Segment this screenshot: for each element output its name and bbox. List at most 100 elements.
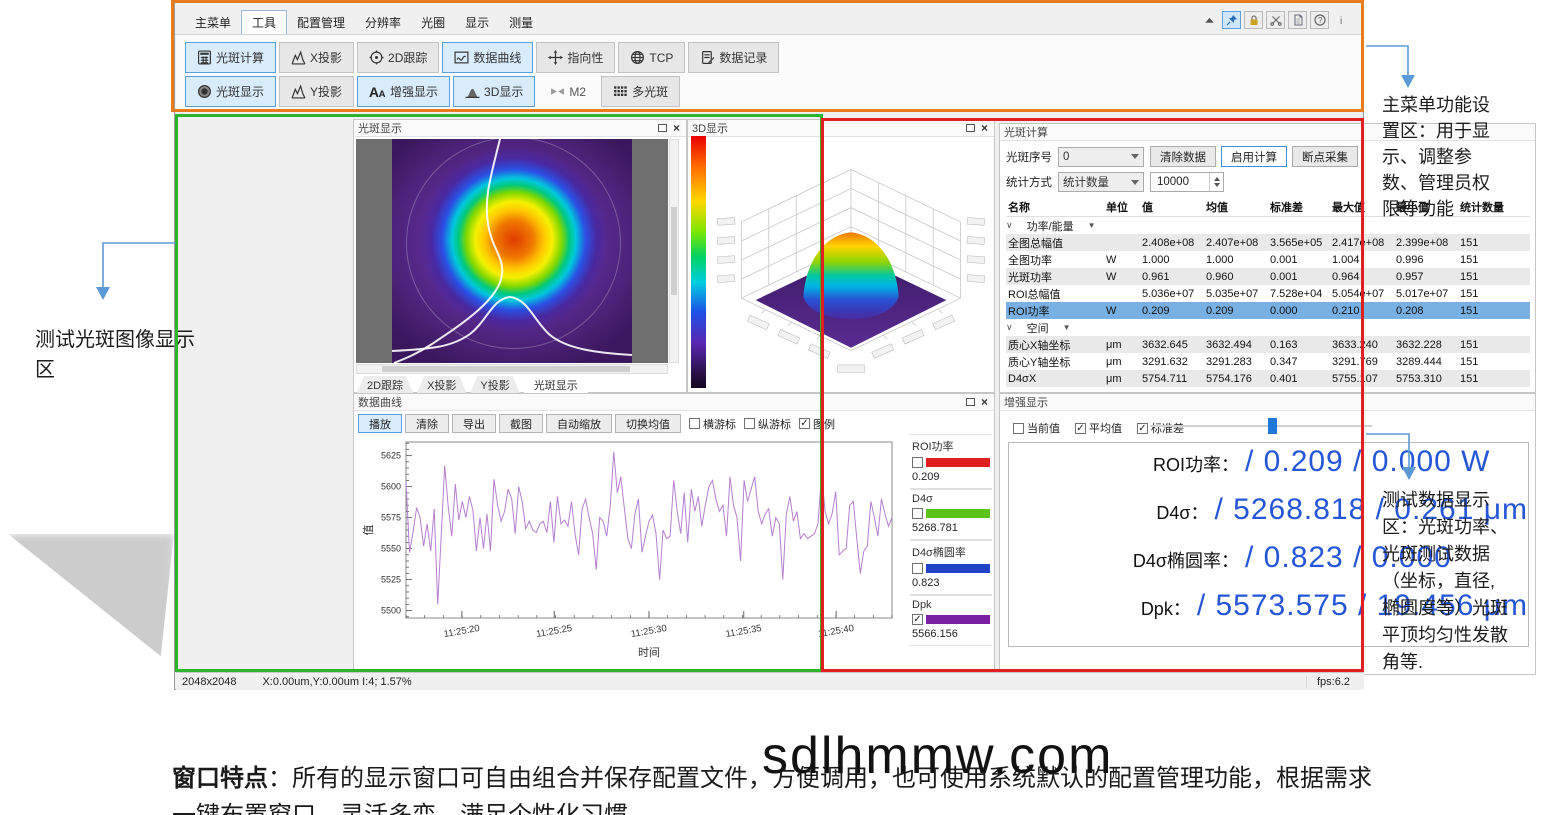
row-cell: 0.209 xyxy=(1140,305,1204,317)
menu-item-显示[interactable]: 显示 xyxy=(455,11,499,34)
calc-buttons: 清除数据启用计算断点采集 xyxy=(1150,146,1358,167)
close-icon[interactable]: × xyxy=(981,123,988,133)
float-window-icon[interactable] xyxy=(966,124,975,132)
menu-item-工具[interactable]: 工具 xyxy=(241,10,287,35)
curve-button-导出[interactable]: 导出 xyxy=(452,414,496,433)
table-row[interactable]: ROI总幅值5.036e+075.035e+077.528e+045.054e+… xyxy=(1006,285,1530,302)
filter-dropdown-icon[interactable]: ▼ xyxy=(1063,323,1071,332)
toolbar-button-label: TCP xyxy=(649,51,673,65)
close-icon[interactable]: × xyxy=(673,123,680,133)
horizontal-scrollbar[interactable] xyxy=(356,364,668,374)
curve-button-自动缩放[interactable]: 自动缩放 xyxy=(546,414,612,433)
beam-seq-dropdown[interactable]: 0 xyxy=(1058,147,1144,167)
toolbar-button-target[interactable]: 2D跟踪 xyxy=(357,42,439,73)
surface-3d-icon xyxy=(465,84,480,99)
stat-mode-dropdown[interactable]: 统计数量 xyxy=(1058,172,1144,192)
toolbar-button-y-projection[interactable]: Y投影 xyxy=(279,76,354,107)
enhance-checkbox-当前值[interactable]: 当前值 xyxy=(1013,420,1060,436)
beam-image-viewport[interactable] xyxy=(356,139,668,363)
toolbar-button-surface-3d[interactable]: 3D显示 xyxy=(453,76,535,107)
curve-button-清除[interactable]: 清除 xyxy=(405,414,449,433)
table-row[interactable]: 光斑功率W0.9610.9600.0010.9640.957151 xyxy=(1006,268,1530,285)
float-window-icon[interactable] xyxy=(966,398,975,406)
calc-button-清除数据[interactable]: 清除数据 xyxy=(1150,146,1216,167)
document-icon[interactable] xyxy=(1288,11,1307,29)
row-cell: 0.209 xyxy=(1204,305,1268,317)
toolbar-button-pointing-arrows[interactable]: 指向性 xyxy=(536,42,615,73)
info-icon[interactable]: i xyxy=(1332,11,1351,29)
checkbox-unchecked[interactable] xyxy=(1013,423,1024,434)
chevron-down-icon xyxy=(1131,154,1139,159)
calc-button-断点采集[interactable]: 断点采集 xyxy=(1292,146,1358,167)
curve-button-截图[interactable]: 截图 xyxy=(499,414,543,433)
row-name: 质心Y轴坐标 xyxy=(1006,354,1104,370)
curve-button-切换均值[interactable]: 切换均值 xyxy=(615,414,681,433)
checkbox-checked[interactable]: ✓ xyxy=(799,418,810,429)
table-row[interactable]: 全图功率W1.0001.0000.0011.0040.996151 xyxy=(1006,251,1530,268)
row-cell: W xyxy=(1104,254,1140,266)
menu-item-光圈[interactable]: 光圈 xyxy=(411,11,455,34)
toolbar-button-x-projection[interactable]: X投影 xyxy=(279,42,354,73)
table-row[interactable]: ROI功率W0.2090.2090.0000.2100.208151 xyxy=(1006,302,1530,319)
spinner-arrows[interactable] xyxy=(1209,173,1223,191)
collapse-up-icon[interactable] xyxy=(1200,11,1219,29)
scissors-icon[interactable] xyxy=(1266,11,1285,29)
row-cell: 151 xyxy=(1458,373,1510,385)
vertical-scrollbar[interactable] xyxy=(669,139,679,363)
legend-checkbox[interactable] xyxy=(912,457,923,468)
curve-checkbox-纵游标[interactable]: 纵游标 xyxy=(744,416,791,432)
panel-3d-display: 3D显示 × xyxy=(687,119,995,393)
help-icon[interactable]: ? xyxy=(1310,11,1329,29)
toolbar-button-font-size[interactable]: AA增强显示 xyxy=(357,76,450,107)
toolbar-button-label: 3D显示 xyxy=(484,83,523,100)
enhanced-label: Dpk： xyxy=(1009,595,1191,621)
curve-checkbox-图例[interactable]: ✓图例 xyxy=(799,416,835,432)
legend-checkbox[interactable] xyxy=(912,563,923,574)
row-name: 全图总幅值 xyxy=(1006,235,1104,251)
font-size-slider[interactable] xyxy=(1150,425,1372,427)
toolbar-button-curve-chart[interactable]: 数据曲线 xyxy=(442,42,533,73)
toolbar-button-beam-spot[interactable]: 光斑显示 xyxy=(185,76,276,107)
curve-checkbox-横游标[interactable]: 横游标 xyxy=(689,416,736,432)
toolbar-button-m2[interactable]: M2 xyxy=(538,76,598,107)
legend-checkbox[interactable]: ✓ xyxy=(912,614,923,625)
legend-checkbox[interactable] xyxy=(912,508,923,519)
checkbox-unchecked[interactable] xyxy=(744,418,755,429)
table-group-row[interactable]: ∨空间▼ xyxy=(1006,319,1530,336)
row-cell: 0.208 xyxy=(1394,305,1458,317)
svg-text:5525: 5525 xyxy=(381,575,401,585)
annotation-bottom-right: 测试数据显示区：光斑功率、光斑测试数据（坐标，直径,椭圆度等）光斑平顶均匀性发散… xyxy=(1382,487,1508,676)
table-row[interactable]: 质心Y轴坐标μm3291.6323291.2830.3473291.769328… xyxy=(1006,353,1530,370)
toolbar-button-globe[interactable]: TCP xyxy=(618,42,685,73)
table-row[interactable]: 质心X轴坐标μm3632.6453632.4940.1633633.240363… xyxy=(1006,336,1530,353)
pin-icon[interactable] xyxy=(1222,11,1241,29)
checkbox-checked[interactable]: ✓ xyxy=(1075,423,1086,434)
curve-button-播放[interactable]: 播放 xyxy=(358,414,402,433)
table-row[interactable]: 全图总幅值2.408e+082.407e+083.565e+052.417e+0… xyxy=(1006,234,1530,251)
row-cell: 151 xyxy=(1458,288,1510,300)
enhance-checkbox-标准差[interactable]: ✓标准差 xyxy=(1137,420,1184,436)
checkbox-checked[interactable]: ✓ xyxy=(1137,423,1148,434)
toolbar-button-record-clipboard[interactable]: 数据记录 xyxy=(688,42,779,73)
enhance-checkbox-平均值[interactable]: ✓平均值 xyxy=(1075,420,1122,436)
toolbar-button-calculator[interactable]: 光斑计算 xyxy=(185,42,276,73)
menu-item-配置管理[interactable]: 配置管理 xyxy=(287,11,355,34)
row-cell: 0.163 xyxy=(1268,339,1330,351)
calc-button-启用计算[interactable]: 启用计算 xyxy=(1221,146,1287,167)
enhanced-value: / 0.209 / 0.000 W xyxy=(1239,445,1528,479)
close-icon[interactable]: × xyxy=(981,397,988,407)
surface-3d-plot[interactable] xyxy=(708,134,994,388)
line-chart[interactable]: 55005525555055755600562511:25:2011:25:25… xyxy=(360,436,906,664)
toolbar-button-multi-spot-grid[interactable]: 多光斑 xyxy=(601,76,680,107)
menu-item-测量[interactable]: 测量 xyxy=(499,11,543,34)
filter-dropdown-icon[interactable]: ▼ xyxy=(1088,221,1096,230)
stat-count-spinner[interactable]: 10000 xyxy=(1150,172,1224,192)
lock-icon[interactable] xyxy=(1244,11,1263,29)
float-window-icon[interactable] xyxy=(658,124,667,132)
table-row[interactable]: D4σXμm5754.7115754.1760.4015755.1075753.… xyxy=(1006,370,1530,387)
checkbox-unchecked[interactable] xyxy=(689,418,700,429)
slider-handle[interactable] xyxy=(1268,418,1277,434)
row-cell: 0.000 xyxy=(1268,305,1330,317)
menu-item-分辨率[interactable]: 分辨率 xyxy=(355,11,411,34)
menu-item-主菜单[interactable]: 主菜单 xyxy=(185,11,241,34)
